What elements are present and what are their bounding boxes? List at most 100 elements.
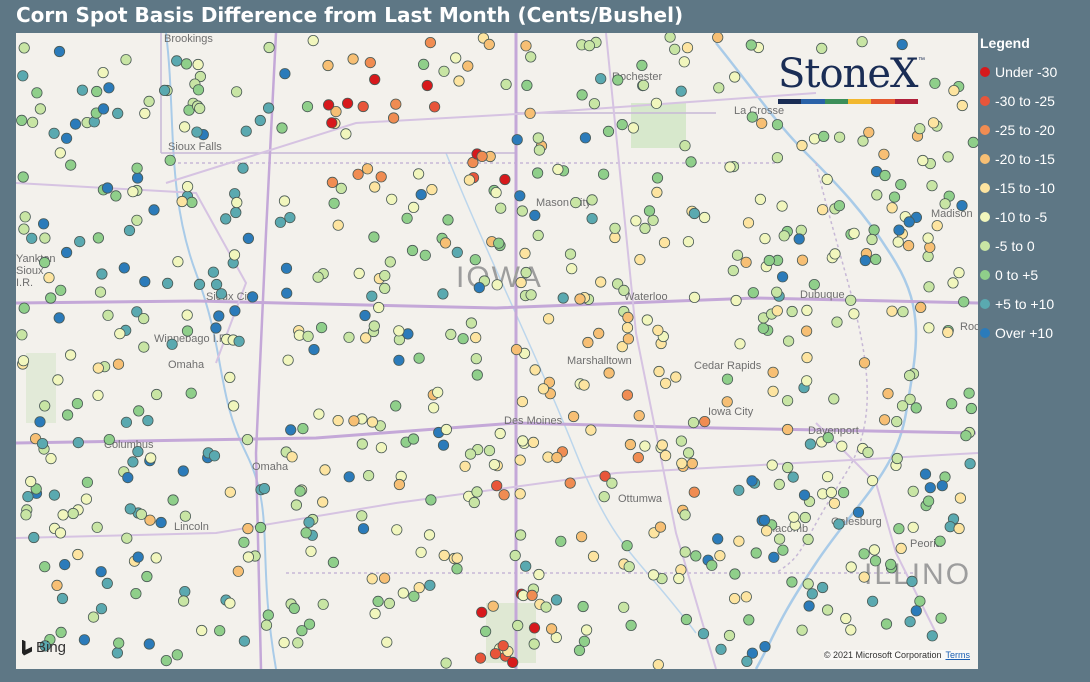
basis-marker[interactable] — [315, 321, 328, 334]
basis-marker[interactable] — [896, 400, 909, 412]
basis-marker[interactable] — [132, 551, 144, 563]
basis-marker[interactable] — [698, 211, 711, 224]
basis-marker[interactable] — [750, 547, 762, 559]
basis-marker[interactable] — [781, 423, 794, 436]
basis-marker[interactable] — [816, 204, 829, 216]
basis-marker[interactable] — [479, 625, 492, 638]
basis-marker[interactable] — [352, 168, 364, 180]
basis-marker[interactable] — [103, 433, 115, 446]
basis-marker[interactable] — [733, 535, 745, 547]
basis-marker[interactable] — [445, 328, 457, 340]
basis-marker[interactable] — [487, 600, 499, 612]
basis-marker[interactable] — [891, 452, 903, 465]
basis-marker[interactable] — [833, 200, 846, 212]
basis-marker[interactable] — [48, 489, 61, 501]
basis-marker[interactable] — [714, 550, 726, 562]
basis-marker[interactable] — [643, 205, 656, 217]
basis-marker[interactable] — [215, 288, 227, 300]
basis-marker[interactable] — [39, 400, 51, 412]
basis-marker[interactable] — [282, 354, 294, 366]
basis-marker[interactable] — [622, 333, 635, 345]
basis-marker[interactable] — [731, 249, 744, 261]
basis-marker[interactable] — [618, 284, 630, 296]
basis-marker[interactable] — [39, 232, 51, 244]
basis-marker[interactable] — [451, 246, 463, 258]
basis-marker[interactable] — [378, 572, 391, 584]
basis-marker[interactable] — [654, 521, 667, 533]
basis-marker[interactable] — [848, 308, 860, 320]
basis-marker[interactable] — [341, 97, 354, 109]
basis-marker[interactable] — [935, 612, 947, 624]
basis-marker[interactable] — [510, 343, 523, 356]
basis-marker[interactable] — [664, 33, 676, 43]
basis-marker[interactable] — [228, 400, 240, 412]
basis-marker[interactable] — [279, 68, 291, 80]
basis-marker[interactable] — [332, 219, 344, 231]
basis-marker[interactable] — [375, 442, 387, 454]
basis-marker[interactable] — [593, 327, 605, 339]
basis-marker[interactable] — [61, 409, 74, 421]
basis-marker[interactable] — [796, 139, 808, 152]
basis-marker[interactable] — [103, 82, 115, 94]
basis-marker[interactable] — [92, 389, 104, 401]
basis-marker[interactable] — [196, 624, 208, 637]
basis-marker[interactable] — [533, 568, 545, 581]
basis-marker[interactable] — [424, 37, 436, 49]
basis-marker[interactable] — [442, 214, 454, 226]
basis-marker[interactable] — [413, 352, 425, 364]
basis-marker[interactable] — [953, 522, 965, 535]
basis-marker[interactable] — [186, 196, 198, 208]
basis-marker[interactable] — [509, 549, 521, 562]
basis-marker[interactable] — [551, 451, 563, 464]
basis-marker[interactable] — [20, 509, 32, 521]
basis-marker[interactable] — [777, 544, 789, 556]
basis-marker[interactable] — [278, 636, 290, 649]
basis-marker[interactable] — [247, 291, 259, 303]
basis-marker[interactable] — [280, 262, 293, 274]
basis-marker[interactable] — [101, 577, 113, 590]
basis-marker[interactable] — [514, 190, 526, 202]
basis-marker[interactable] — [95, 566, 107, 578]
basis-marker[interactable] — [656, 439, 668, 451]
basis-marker[interactable] — [263, 41, 275, 54]
basis-marker[interactable] — [494, 427, 506, 440]
basis-marker[interactable] — [59, 558, 71, 571]
basis-marker[interactable] — [356, 438, 368, 450]
basis-marker[interactable] — [895, 542, 907, 555]
basis-marker[interactable] — [637, 79, 650, 91]
basis-marker[interactable] — [788, 511, 800, 523]
basis-marker[interactable] — [48, 127, 60, 139]
basis-marker[interactable] — [379, 270, 391, 282]
basis-marker[interactable] — [836, 440, 848, 452]
basis-marker[interactable] — [335, 182, 347, 194]
basis-marker[interactable] — [412, 168, 425, 180]
basis-marker[interactable] — [60, 132, 73, 144]
basis-marker[interactable] — [669, 43, 681, 55]
basis-marker[interactable] — [679, 509, 691, 521]
basis-marker[interactable] — [94, 286, 107, 298]
basis-marker[interactable] — [432, 386, 444, 398]
basis-marker[interactable] — [681, 42, 694, 54]
basis-marker[interactable] — [845, 294, 857, 306]
basis-marker[interactable] — [31, 87, 43, 99]
basis-marker[interactable] — [71, 397, 84, 410]
basis-marker[interactable] — [386, 193, 398, 205]
basis-marker[interactable] — [347, 53, 359, 65]
basis-marker[interactable] — [97, 103, 110, 115]
basis-marker[interactable] — [659, 377, 672, 389]
basis-marker[interactable] — [679, 140, 691, 152]
basis-marker[interactable] — [564, 248, 577, 260]
basis-marker[interactable] — [878, 414, 891, 426]
basis-marker[interactable] — [578, 635, 591, 647]
legend-item[interactable]: -25 to -20 — [980, 115, 1090, 144]
basis-marker[interactable] — [138, 341, 150, 353]
basis-marker[interactable] — [300, 527, 312, 539]
basis-marker[interactable] — [837, 486, 850, 499]
basis-marker[interactable] — [537, 383, 550, 395]
basis-marker[interactable] — [624, 438, 637, 451]
basis-marker[interactable] — [659, 449, 672, 462]
basis-marker[interactable] — [185, 387, 197, 399]
basis-marker[interactable] — [495, 202, 507, 214]
basis-marker[interactable] — [319, 464, 331, 476]
basis-marker[interactable] — [903, 216, 915, 228]
